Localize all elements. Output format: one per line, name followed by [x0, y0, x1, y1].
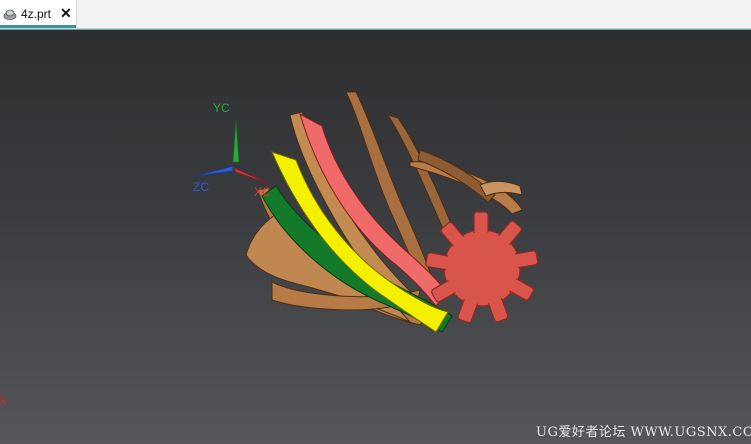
coordinate-triad: YC ZC XC — [193, 101, 271, 199]
x-axis-label: XC — [254, 185, 271, 199]
y-axis-arrow — [232, 119, 240, 163]
z-axis-arrow — [195, 165, 234, 177]
tab-label: 4z.prt — [21, 7, 52, 21]
z-axis-label: ZC — [193, 180, 209, 194]
tab-bar: 4z.prt ✕ — [0, 0, 751, 29]
active-tab-indicator — [0, 25, 76, 28]
gear — [425, 211, 539, 324]
graphics-viewport[interactable]: YC ZC XC — [0, 30, 751, 444]
y-axis-label: YC — [213, 101, 230, 115]
watermark-text: UG爱好者论坛 WWW.UGSNX.COM — [536, 425, 751, 440]
model-canvas: YC ZC XC — [193, 91, 539, 333]
tab-4z-prt[interactable]: 4z.prt ✕ — [0, 0, 77, 28]
x-axis-arrow — [233, 167, 271, 185]
close-icon[interactable]: ✕ — [60, 5, 72, 21]
part-file-icon — [3, 9, 17, 20]
corner-axis-mark: X — [0, 394, 8, 408]
